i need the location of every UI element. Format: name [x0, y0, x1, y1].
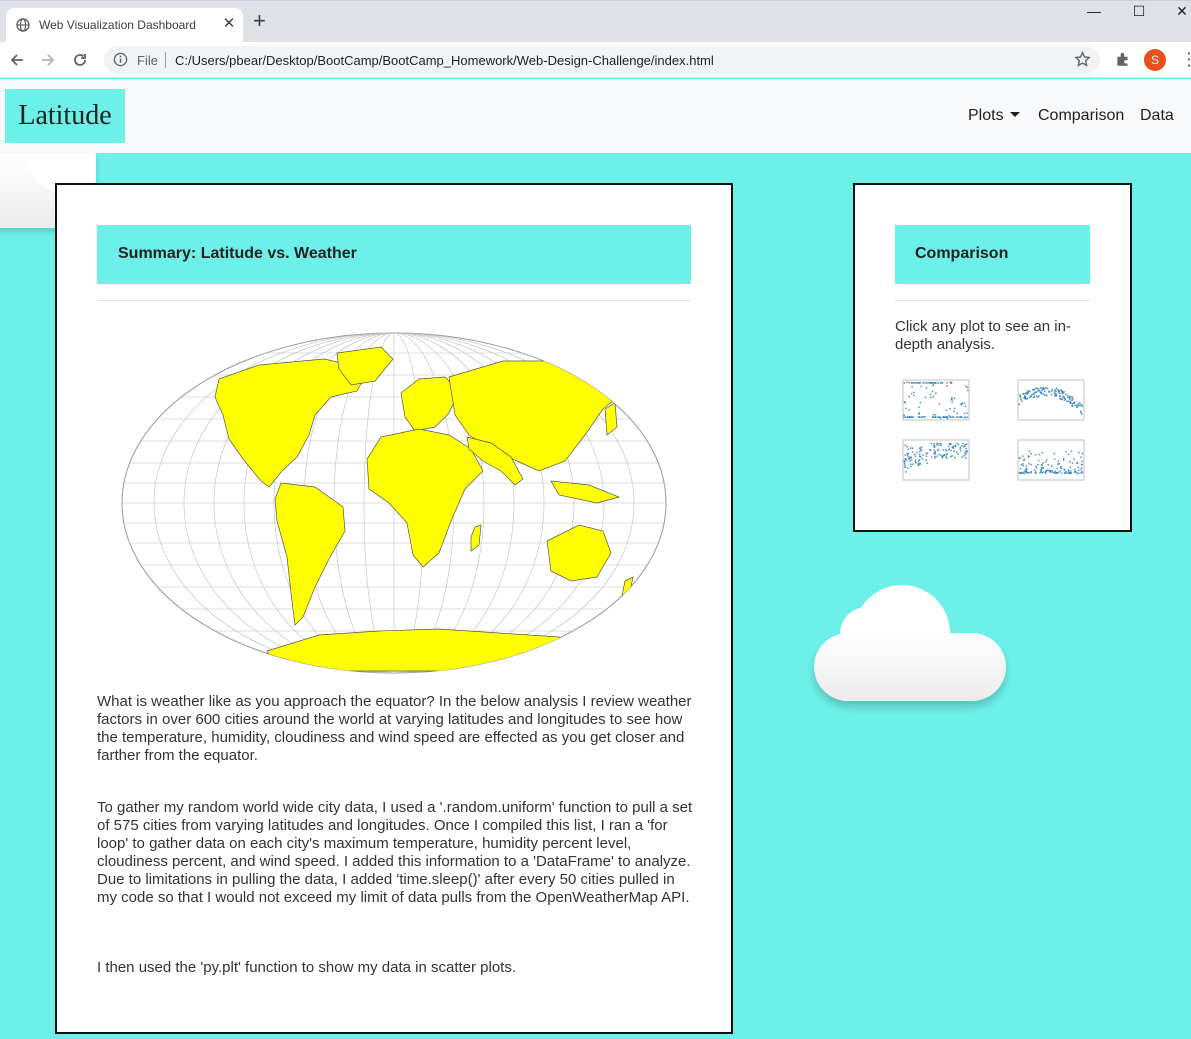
comparison-panel: Comparison Click any plot to see an in-d… [853, 183, 1132, 532]
summary-panel: Summary: Latitude vs. Weather What is we… [55, 183, 733, 1034]
plot-thumbnail-humidity[interactable] [895, 434, 973, 488]
browser-tab-strip: Web Visualization Dashboard ✕ + — ☐ ✕ [0, 0, 1191, 43]
nav-plots-dropdown[interactable]: Plots [968, 107, 1020, 125]
browser-menu-icon[interactable]: ⋮ [1180, 50, 1191, 68]
address-bar[interactable]: File C:/Users/pbear/Desktop/BootCamp/Boo… [104, 46, 1100, 74]
caret-down-icon [1009, 112, 1020, 117]
intro-paragraph: What is weather like as you approach the… [97, 693, 692, 764]
close-window-icon[interactable]: ✕ [1167, 3, 1191, 20]
plot-thumbnail-wind-speed[interactable] [1010, 434, 1088, 488]
forward-icon[interactable] [37, 49, 59, 71]
plot-thumbnail-cloudiness[interactable] [895, 374, 973, 428]
bookmark-star-icon[interactable] [1074, 51, 1091, 68]
extensions-icon[interactable] [1114, 50, 1132, 68]
method-paragraph: To gather my random world wide city data… [97, 799, 693, 906]
tab-title: Web Visualization Dashboard [39, 18, 196, 32]
brand-logo[interactable]: Latitude [5, 89, 125, 143]
site-navbar: Latitude Plots Comparison Data [0, 79, 1191, 153]
minimize-icon[interactable]: — [1079, 3, 1109, 19]
close-tab-icon[interactable]: ✕ [220, 14, 238, 32]
comparison-header: Comparison [895, 225, 1090, 284]
nav-plots-label: Plots [968, 107, 1004, 124]
plot-thumbnail-temperature[interactable] [1010, 374, 1088, 428]
info-icon[interactable] [113, 52, 128, 67]
globe-icon [16, 18, 30, 32]
divider [895, 300, 1090, 301]
nav-data[interactable]: Data [1140, 107, 1174, 125]
url-scheme: File [137, 53, 158, 68]
divider [97, 300, 691, 301]
new-tab-icon[interactable]: + [253, 10, 266, 32]
nav-comparison[interactable]: Comparison [1038, 107, 1124, 125]
url-text[interactable]: C:/Users/pbear/Desktop/BootCamp/BootCamp… [175, 53, 714, 68]
url-separator [165, 52, 166, 68]
plots-paragraph: I then used the 'py.plt' function to sho… [97, 959, 517, 976]
back-icon[interactable] [6, 49, 28, 71]
browser-tab[interactable]: Web Visualization Dashboard ✕ [6, 8, 243, 43]
browser-toolbar: File C:/Users/pbear/Desktop/BootCamp/Boo… [0, 42, 1191, 78]
profile-avatar[interactable]: S [1144, 49, 1166, 71]
summary-header: Summary: Latitude vs. Weather [97, 225, 691, 284]
comparison-instructions: Click any plot to see an in-depth analys… [895, 318, 1071, 353]
reload-icon[interactable] [69, 49, 91, 71]
world-map-image [121, 332, 667, 674]
cloud-decoration [814, 585, 1006, 703]
maximize-icon[interactable]: ☐ [1124, 3, 1154, 20]
